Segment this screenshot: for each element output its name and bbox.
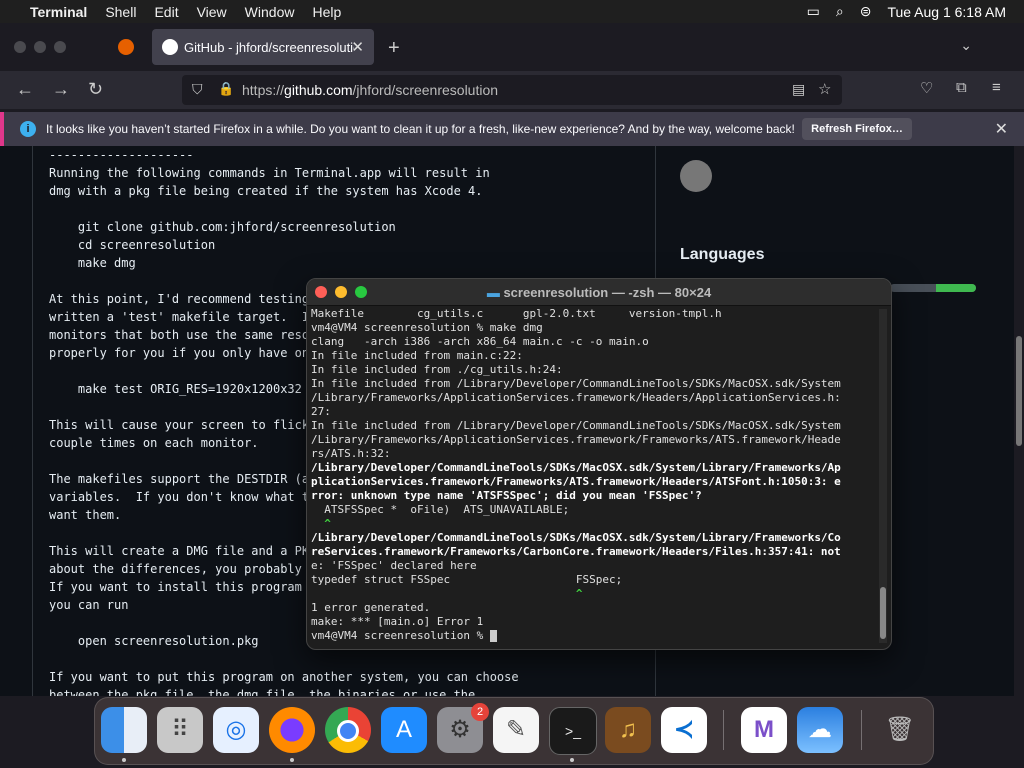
finder-icon[interactable] [101, 707, 147, 753]
bookmark-star-icon[interactable]: ☆ [818, 80, 831, 98]
terminal-line: /Library/Frameworks/ApplicationServices.… [311, 433, 841, 446]
folder-icon: ▬ [486, 285, 504, 300]
tab-github[interactable]: GitHub - jhford/screenresolution ✕ [152, 29, 374, 65]
terminal-line: plicationServices.framework/Frameworks/A… [311, 475, 841, 488]
menu-shell[interactable]: Shell [105, 4, 136, 20]
page-scrollbar[interactable] [1014, 146, 1024, 696]
terminal-window[interactable]: ▬ screenresolution — -zsh — 80×24 Makefi… [306, 278, 892, 650]
firefox-view-icon[interactable] [118, 39, 134, 55]
forward-icon[interactable]: → [52, 79, 70, 100]
visual-studio-icon[interactable]: M [741, 707, 787, 753]
shield-icon[interactable]: ⛉ [192, 81, 203, 98]
terminal-icon[interactable]: >_ [549, 707, 597, 755]
control-center-icon[interactable]: ⊜ [860, 3, 872, 20]
settings-badge: 2 [471, 703, 489, 721]
menu-hamburger-icon[interactable]: ≡ [992, 79, 1001, 96]
terminal-line: In file included from main.c:22: [311, 349, 523, 362]
terminal-line: e: 'FSSpec' declared here [311, 559, 477, 572]
terminal-line: vm4@VM4 screenresolution % [311, 629, 871, 643]
terminal-scrollbar[interactable] [879, 309, 887, 643]
window-zoom-button[interactable] [54, 41, 66, 53]
back-icon[interactable]: ← [16, 79, 34, 100]
tab-close-icon[interactable]: ✕ [351, 38, 364, 56]
pocket-icon[interactable]: ♡ [920, 79, 933, 97]
terminal-line: clang -arch i386 -arch x86_64 main.c -c … [311, 335, 649, 348]
app-store-icon[interactable]: A [381, 707, 427, 753]
terminal-line: make: *** [main.o] Error 1 [311, 615, 484, 628]
tab-bar: GitHub - jhford/screenresolution ✕ + ⌄ [0, 23, 1024, 71]
terminal-cursor [489, 630, 497, 642]
terminal-line: In file included from /Library/Developer… [311, 377, 841, 390]
terminal-line: Makefile cg_utils.c gpl-2.0.txt version-… [311, 307, 722, 320]
info-icon: i [20, 121, 36, 137]
menu-edit[interactable]: Edit [154, 4, 178, 20]
terminal-line: rror: unknown type name 'ATSFSSpec'; did… [311, 489, 702, 502]
extensions-icon[interactable]: ⧉ [956, 79, 967, 96]
terminal-line: rs/ATS.h:32: [311, 447, 391, 460]
notification-close-icon[interactable]: ✕ [995, 119, 1008, 139]
url-text[interactable]: https://github.com/jhford/screenresoluti… [242, 82, 498, 98]
firefox-icon[interactable] [269, 707, 315, 753]
menu-help[interactable]: Help [312, 4, 341, 20]
terminal-line: 27: [311, 405, 331, 418]
safari-icon[interactable]: ◎ [213, 707, 259, 753]
trash-icon[interactable]: 🗑 [877, 707, 923, 753]
menu-clock[interactable]: Tue Aug 1 6:18 AM [887, 4, 1006, 20]
menu-bar: Terminal Shell Edit View Window Help ▭ ⌕… [0, 0, 1024, 23]
terminal-line: ^ [311, 587, 583, 600]
contributor-avatar[interactable] [680, 160, 712, 192]
refresh-notification: i It looks like you haven’t started Fire… [0, 112, 1024, 146]
terminal-title: ▬ screenresolution — -zsh — 80×24 [486, 285, 712, 300]
tab-title: GitHub - jhford/screenresolution [184, 39, 354, 55]
window-close-button[interactable] [14, 41, 26, 53]
menu-window[interactable]: Window [245, 4, 295, 20]
reload-icon[interactable]: ↻ [88, 79, 103, 100]
terminal-line: ATSFSSpec * oFile) ATS_UNAVAILABLE; [311, 503, 570, 516]
vscode-icon[interactable]: ≺ [661, 707, 707, 753]
nav-bar: ← → ↻ ⛉ 🔒 https://github.com/jhford/scre… [0, 71, 1024, 109]
terminal-line: ^ [311, 517, 331, 530]
textedit-icon[interactable]: ✎ [493, 707, 539, 753]
spotlight-search-icon[interactable]: ⌕ [836, 3, 844, 20]
url-bar[interactable]: ⛉ 🔒 https://github.com/jhford/screenreso… [182, 75, 842, 105]
reader-view-icon[interactable]: ▤ [792, 81, 805, 98]
menu-view[interactable]: View [197, 4, 227, 20]
terminal-line: reServices.framework/Frameworks/CarbonCo… [311, 545, 841, 558]
new-tab-icon[interactable]: + [388, 37, 400, 60]
github-favicon-icon [162, 39, 178, 55]
launchpad-icon[interactable]: ⠿ [157, 707, 203, 753]
terminal-line: In file included from ./cg_utils.h:24: [311, 363, 563, 376]
screen-mirror-icon[interactable]: ▭ [807, 3, 820, 20]
terminal-line: /Library/Developer/CommandLineTools/SDKs… [311, 461, 841, 474]
languages-bar [890, 284, 976, 292]
terminal-line: /Library/Frameworks/ApplicationServices.… [311, 391, 841, 404]
terminal-line: In file included from /Library/Developer… [311, 419, 841, 432]
list-all-tabs-icon[interactable]: ⌄ [960, 37, 972, 54]
system-settings-icon[interactable]: ⚙ 2 [437, 703, 489, 753]
window-minimize-button[interactable] [34, 41, 46, 53]
languages-heading: Languages [680, 246, 765, 263]
dock: ⠿ ◎ A ⚙ 2 ✎ >_ ♫ ≺ M ☁ 🗑 [94, 697, 934, 765]
terminal-title-bar[interactable]: ▬ screenresolution — -zsh — 80×24 [307, 279, 891, 306]
terminal-line: 1 error generated. [311, 601, 431, 614]
terminal-line: typedef struct FSSpec FSSpec; [311, 573, 623, 586]
instruments-icon[interactable]: ♫ [605, 707, 651, 753]
terminal-output[interactable]: Makefile cg_utils.c gpl-2.0.txt version-… [311, 307, 871, 647]
weather-icon[interactable]: ☁ [797, 707, 843, 753]
menu-app-name[interactable]: Terminal [30, 4, 87, 20]
terminal-line: /Library/Developer/CommandLineTools/SDKs… [311, 531, 841, 544]
notification-message: It looks like you haven’t started Firefo… [46, 122, 795, 136]
terminal-line: vm4@VM4 screenresolution % make dmg [311, 321, 543, 334]
lock-icon[interactable]: 🔒 [218, 81, 234, 97]
refresh-firefox-button[interactable]: Refresh Firefox… [802, 118, 912, 140]
chrome-icon[interactable] [325, 707, 371, 753]
